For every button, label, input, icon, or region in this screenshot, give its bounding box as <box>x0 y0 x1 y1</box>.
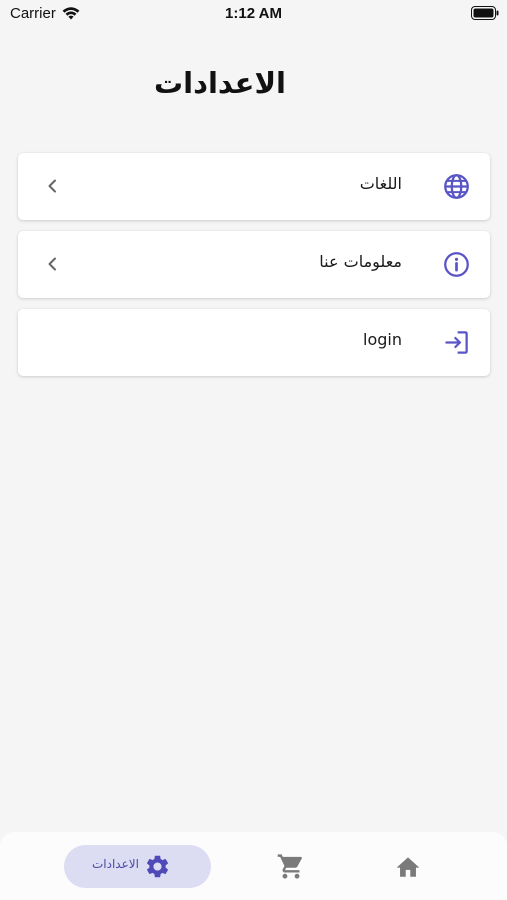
menu-item-languages[interactable]: اللغات <box>18 153 490 220</box>
status-bar: Carrier 1:12 AM <box>0 0 507 28</box>
nav-tab-label: الاعدادات <box>92 857 139 871</box>
login-icon <box>445 331 468 354</box>
gear-icon <box>146 855 169 878</box>
globe-icon <box>444 174 469 199</box>
chevron-left-icon <box>48 179 56 193</box>
settings-screen: Carrier 1:12 AM الاعدادات اللغات معلومات… <box>0 0 507 900</box>
bottom-navigation: الاعدادات <box>0 832 507 900</box>
battery-icon <box>471 6 499 20</box>
settings-menu: اللغات معلومات عنا login <box>18 153 490 387</box>
chevron-left-icon <box>48 257 56 271</box>
clock: 1:12 AM <box>225 5 282 22</box>
page-title: الاعدادات <box>153 66 286 100</box>
home-icon[interactable] <box>394 854 422 879</box>
menu-item-label: معلومات عنا <box>319 252 402 271</box>
menu-item-label: اللغات <box>359 174 402 193</box>
nav-tab-settings[interactable]: الاعدادات <box>64 845 211 888</box>
info-icon <box>444 252 469 277</box>
menu-item-label: login <box>363 330 402 349</box>
menu-item-about-us[interactable]: معلومات عنا <box>18 231 490 298</box>
menu-item-login[interactable]: login <box>18 309 490 376</box>
cart-icon[interactable] <box>276 852 306 881</box>
